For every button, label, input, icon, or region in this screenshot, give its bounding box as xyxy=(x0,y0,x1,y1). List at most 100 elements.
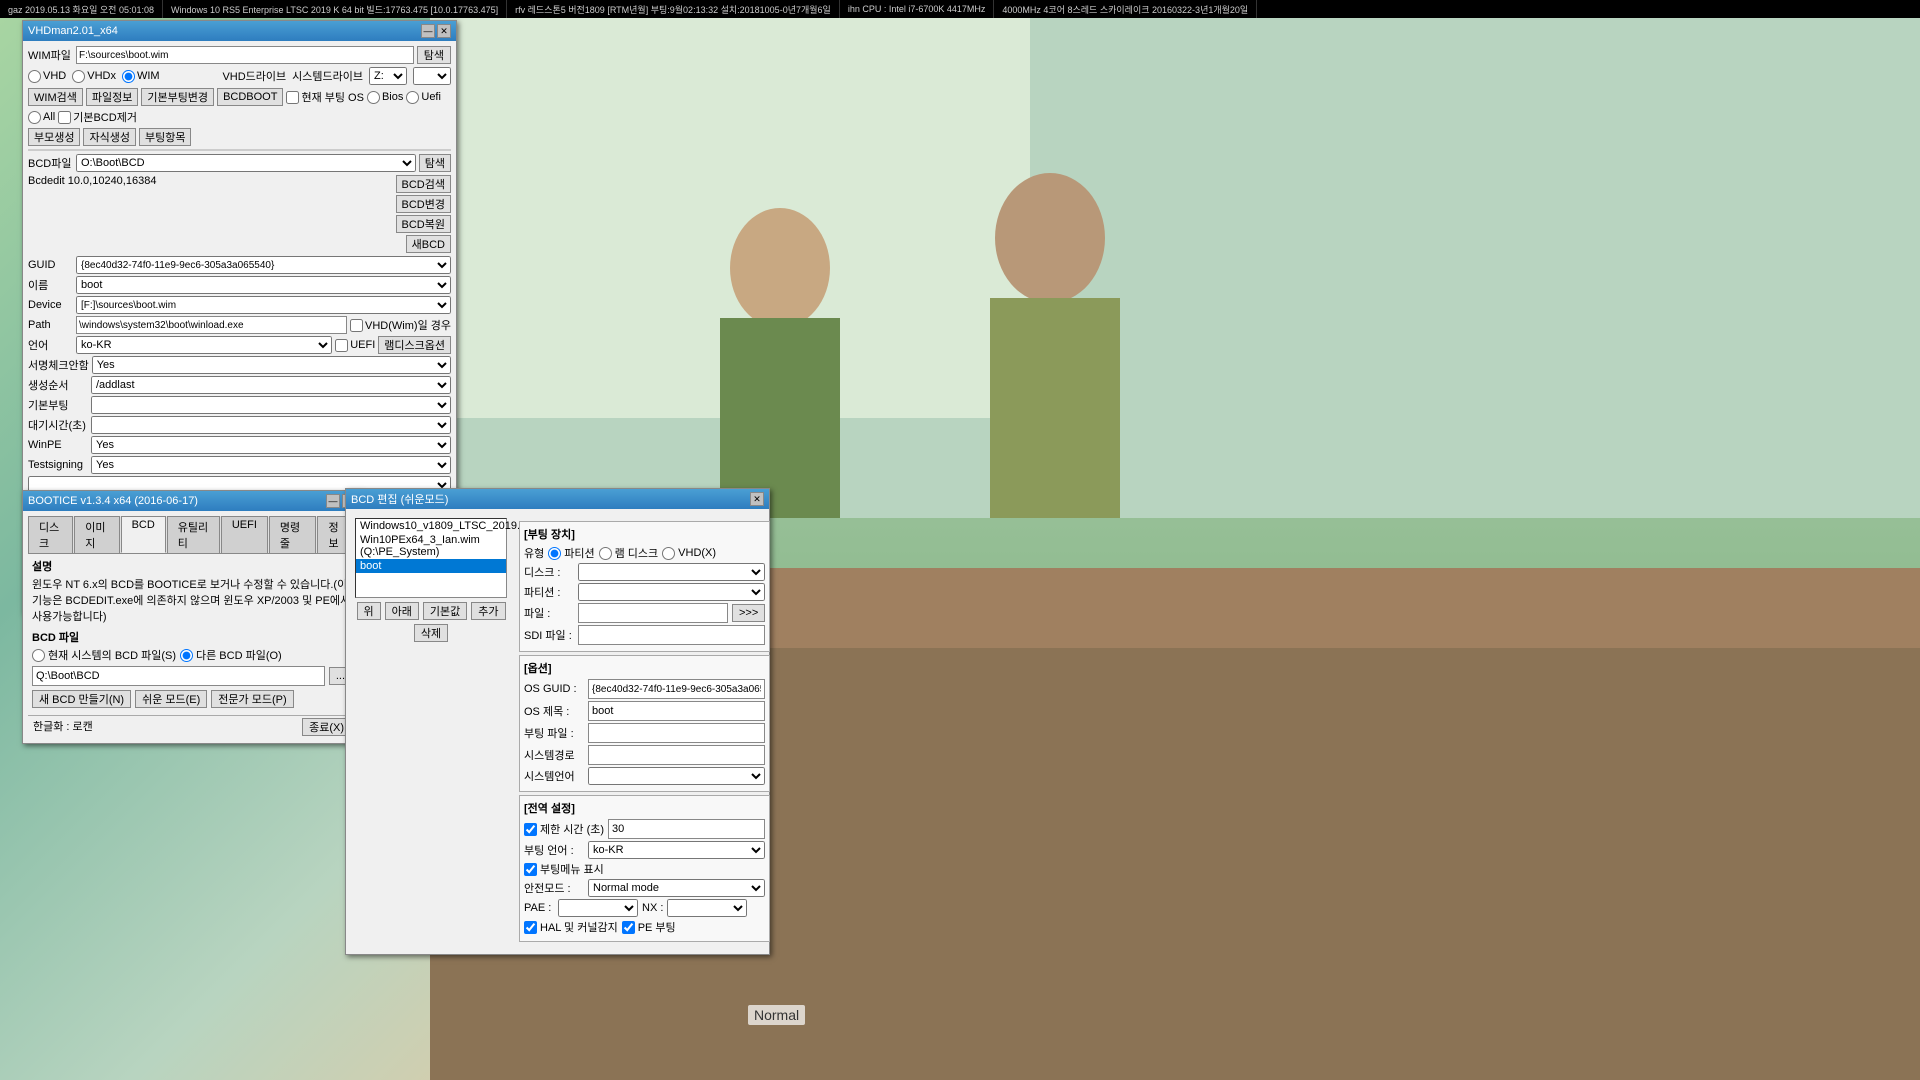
global-label: [전역 설정] xyxy=(524,800,765,816)
boot-lang-label: 부팅 언어 : xyxy=(524,842,584,858)
hal-pe-row: HAL 및 커널감지 PE 부팅 xyxy=(524,919,765,935)
btn-row-top: WIM검색 파일정보 기본부팅변경 BCDBOOT 현재 부팅 OS Bios … xyxy=(28,88,451,125)
current-rb-label[interactable]: 현재 시스템의 BCD 파일(S) xyxy=(32,647,176,663)
vhd-rb-label[interactable]: VHD(X) xyxy=(662,547,716,560)
bcd-file-section-label: BCD 파일 xyxy=(32,629,352,645)
bcd-right-panel: [부팅 장치] 유형 파티션 램 디스크 VHD(X) 디스크 : 파티션 : xyxy=(515,514,774,949)
vhdman-close[interactable]: ✕ xyxy=(437,24,451,38)
os-title-input[interactable] xyxy=(588,701,765,721)
global-section: [전역 설정] 제한 시간 (초) 부팅 언어 : ko-KR xyxy=(519,795,770,942)
options-label: [옵션] xyxy=(524,660,765,676)
bootice-minimize[interactable]: — xyxy=(326,494,340,508)
boot-lang-row: 부팅 언어 : ko-KR xyxy=(524,841,765,859)
ram-disk-rb-label[interactable]: 램 디스크 xyxy=(599,545,659,561)
options-section: [옵션] OS GUID : OS 제목 : 부팅 파일 : xyxy=(519,655,770,792)
bootice-window: BOOTICE v1.3.4 x64 (2016-06-17) — ✕ 디스크 … xyxy=(22,490,362,744)
tab-uefi[interactable]: UEFI xyxy=(221,516,268,553)
bcd-path-input[interactable] xyxy=(32,666,325,686)
vhdman-minimize[interactable]: — xyxy=(421,24,435,38)
pe-boot-cb[interactable] xyxy=(622,921,635,934)
nx-label: NX : xyxy=(642,902,663,914)
tab-cmd[interactable]: 명령 줄 xyxy=(269,516,317,553)
sdi-row: SDI 파일 : xyxy=(524,625,765,645)
vhdman-title: VHDman2.01_x64 xyxy=(28,25,421,37)
file-row: 파일 : >>> xyxy=(524,603,765,623)
file-label: 파일 : xyxy=(524,605,574,621)
time-limit-cb-label[interactable]: 제한 시간 (초) xyxy=(524,821,604,837)
tab-image[interactable]: 이미지 xyxy=(74,516,119,553)
boot-menu-cb[interactable] xyxy=(524,863,537,876)
default-btn[interactable]: 기본값 xyxy=(423,602,467,620)
bcd-nav-buttons: 위 아래 기본값 추가 삭제 xyxy=(355,602,507,642)
safe-mode-select[interactable]: Normal mode xyxy=(588,879,765,897)
bcd-editor-titlebar[interactable]: BCD 편집 (쉬운모드) ✕ xyxy=(346,489,769,509)
boot-file-input[interactable] xyxy=(588,723,765,743)
other-rb-label[interactable]: 다른 BCD 파일(O) xyxy=(180,647,282,663)
bcd-editor-close[interactable]: ✕ xyxy=(750,492,764,506)
boot-menu-row: 부팅메뉴 표시 xyxy=(524,861,765,877)
boot-menu-cb-label[interactable]: 부팅메뉴 표시 xyxy=(524,861,604,877)
partition-label: 파티션 : xyxy=(524,584,574,600)
other-rb[interactable] xyxy=(180,649,193,662)
tab-util[interactable]: 유틸리티 xyxy=(167,516,220,553)
hal-cb-label[interactable]: HAL 및 커널감지 xyxy=(524,919,618,935)
file-input[interactable] xyxy=(578,603,728,623)
bootice-status: 한글화 : 로캔 종료(X) xyxy=(28,715,356,738)
down-btn[interactable]: 아래 xyxy=(385,602,419,620)
time-limit-cb[interactable] xyxy=(524,823,537,836)
partition-rb-label[interactable]: 파티션 xyxy=(548,545,594,561)
wim-lbl: WIM파일 xyxy=(28,47,73,63)
browse-btn[interactable]: >>> xyxy=(732,604,765,622)
vhd-rb[interactable] xyxy=(662,547,675,560)
sdi-input[interactable] xyxy=(578,625,765,645)
vhdman-controls: — ✕ xyxy=(421,24,451,38)
bcd-entry-2[interactable]: boot xyxy=(356,559,506,573)
wim-file-input[interactable] xyxy=(76,46,414,64)
bootice-lang: 한글화 : 로캔 xyxy=(33,718,93,736)
tab-disk[interactable]: 디스크 xyxy=(28,516,73,553)
time-limit-row: 제한 시간 (초) xyxy=(524,819,765,839)
expert-mode-btn[interactable]: 전문가 모드(P) xyxy=(211,690,293,708)
os-guid-input[interactable] xyxy=(588,679,765,699)
ram-disk-rb[interactable] xyxy=(599,547,612,560)
desc-text: 윈도우 NT 6.x의 BCD를 BOOTICE로 보거나 수정할 수 있습니다… xyxy=(32,576,352,624)
tab-bcd[interactable]: BCD xyxy=(121,516,166,553)
current-rb[interactable] xyxy=(32,649,45,662)
new-bcd-btn[interactable]: 새 BCD 만들기(N) xyxy=(32,690,131,708)
add-entry-btn[interactable]: 추가 xyxy=(471,602,505,620)
vhdman-titlebar[interactable]: VHDman2.01_x64 — ✕ xyxy=(23,21,456,41)
taskbar-ihn: ihn CPU : Intel i7-6700K 4417MHz xyxy=(840,0,995,18)
bcd-entry-1[interactable]: Win10PEx64_3_Ian.wim (Q:\PE_System) xyxy=(356,533,506,559)
up-btn[interactable]: 위 xyxy=(357,602,381,620)
boot-file-label: 부팅 파일 : xyxy=(524,725,584,741)
time-limit-input[interactable] xyxy=(608,819,765,839)
desc-label: 설명 xyxy=(32,558,352,574)
safe-mode-label: 안전모드 : xyxy=(524,880,584,896)
delete-btn[interactable]: 삭제 xyxy=(414,624,448,642)
partition-row: 파티션 : xyxy=(524,583,765,601)
bootice-titlebar[interactable]: BOOTICE v1.3.4 x64 (2016-06-17) — ✕ xyxy=(23,491,361,511)
easy-mode-btn[interactable]: 쉬운 모드(E) xyxy=(135,690,207,708)
bootice-close-btn[interactable]: 종료(X) xyxy=(302,718,351,736)
disk-select[interactable] xyxy=(578,563,765,581)
bcd-editor-window: BCD 편집 (쉬운모드) ✕ Windows10_v1809_LTSC_201… xyxy=(345,488,770,955)
pae-nx-row: PAE : NX : xyxy=(524,899,765,917)
sys-path-label: 시스템경로 xyxy=(524,747,584,763)
partition-rb[interactable] xyxy=(548,547,561,560)
disk-label: 디스크 : xyxy=(524,564,574,580)
mode-buttons: 새 BCD 만들기(N) 쉬운 모드(E) 전문가 모드(P) xyxy=(32,690,352,708)
boot-device-label: [부팅 장치] xyxy=(524,526,765,542)
boot-device-section: [부팅 장치] 유형 파티션 램 디스크 VHD(X) 디스크 : 파티션 : xyxy=(519,521,770,652)
bootice-content: 디스크 이미지 BCD 유틸리티 UEFI 명령 줄 정보 설명 윈도우 NT … xyxy=(23,511,361,743)
pae-select[interactable] xyxy=(558,899,638,917)
type-label: 유형 xyxy=(524,545,544,561)
sys-path-input[interactable] xyxy=(588,745,765,765)
boot-lang-select[interactable]: ko-KR xyxy=(588,841,765,859)
pe-boot-cb-label[interactable]: PE 부팅 xyxy=(622,919,676,935)
nx-select[interactable] xyxy=(667,899,747,917)
sys-lang-select[interactable] xyxy=(588,767,765,785)
partition-select[interactable] xyxy=(578,583,765,601)
hal-cb[interactable] xyxy=(524,921,537,934)
bcd-entry-0[interactable]: Windows10_v1809_LTSC_2019.VHD xyxy=(356,519,506,533)
search-btn[interactable]: 탐색 xyxy=(417,46,451,64)
